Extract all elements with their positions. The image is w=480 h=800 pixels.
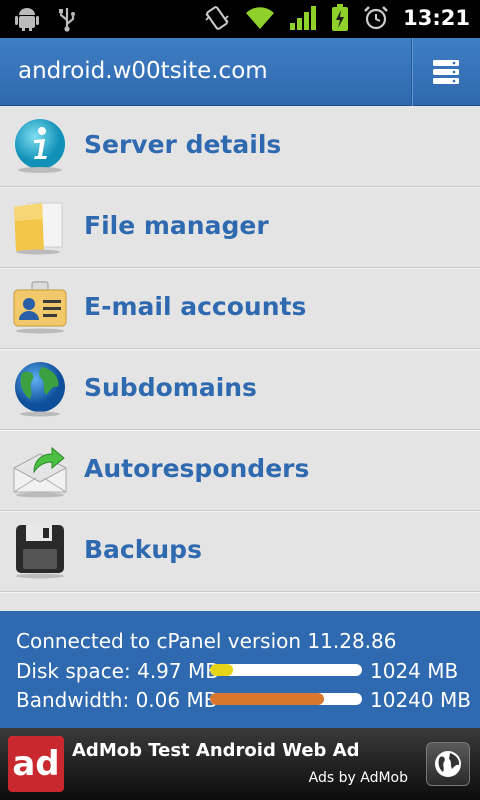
app-header: android.w00tsite.com — [0, 38, 480, 106]
globe-icon — [435, 751, 461, 777]
android-debug-icon — [15, 8, 39, 31]
floppy-disk-icon — [16, 525, 64, 579]
list-item-autoresponders[interactable]: Autoresponders — [0, 430, 480, 511]
admob-logo: ad — [8, 736, 64, 792]
bandwidth-label: Bandwidth: 0.06 MB — [16, 688, 218, 712]
disk-space-used: 4.97 MB — [137, 659, 219, 683]
disk-space-label: Disk space: 4.97 MB — [16, 659, 219, 683]
alarm-icon — [364, 6, 388, 30]
list-item-backups[interactable]: Backups — [0, 511, 480, 592]
usb-icon — [59, 8, 75, 32]
bandwidth-bar — [210, 693, 362, 705]
page-title: android.w00tsite.com — [18, 58, 268, 84]
disk-space-bar-fill — [210, 664, 233, 676]
list-item-label: Backups — [84, 535, 202, 564]
feature-list: Server details File manager E-mail accou… — [0, 106, 480, 611]
battery-charging-icon — [332, 4, 349, 31]
list-item-label: E-mail accounts — [84, 292, 307, 321]
list-item-subdomains[interactable]: Subdomains — [0, 349, 480, 430]
bandwidth-used: 0.06 MB — [135, 688, 218, 712]
disk-space-bar — [210, 664, 362, 676]
account-info-panel: Connected to cPanel version 11.28.86 Dis… — [0, 611, 480, 728]
cpanel-version-text: Connected to cPanel version 11.28.86 — [16, 629, 397, 653]
list-item-label: Subdomains — [84, 373, 257, 402]
list-item-server-details[interactable]: Server details — [0, 106, 480, 187]
list-item-file-manager[interactable]: File manager — [0, 187, 480, 268]
wifi-icon — [246, 7, 275, 29]
email-card-icon — [13, 281, 67, 334]
envelope-reply-icon — [13, 446, 67, 498]
status-bar: 13:21 — [0, 0, 480, 38]
server-list-icon — [433, 60, 459, 84]
server-list-button[interactable] — [412, 38, 480, 106]
list-item-label: Server details — [84, 130, 282, 159]
globe-icon — [15, 362, 65, 417]
bandwidth-bar-fill — [210, 693, 324, 705]
disk-space-max: 1024 MB — [370, 659, 459, 683]
vibrate-icon — [205, 6, 229, 30]
bandwidth-max: 10240 MB — [370, 688, 471, 712]
list-item-label: File manager — [84, 211, 269, 240]
folder-icon — [14, 202, 63, 255]
ad-title: AdMob Test Android Web Ad — [72, 740, 360, 761]
ad-attribution: Ads by AdMob — [308, 770, 408, 786]
signal-icon — [290, 6, 317, 30]
ad-open-button[interactable] — [426, 742, 470, 786]
info-icon — [15, 119, 65, 173]
list-item-email-accounts[interactable]: E-mail accounts — [0, 268, 480, 349]
list-item-label: Autoresponders — [84, 454, 310, 483]
ad-banner[interactable]: ad AdMob Test Android Web Ad Ads by AdMo… — [0, 728, 480, 800]
clock: 13:21 — [403, 6, 470, 30]
